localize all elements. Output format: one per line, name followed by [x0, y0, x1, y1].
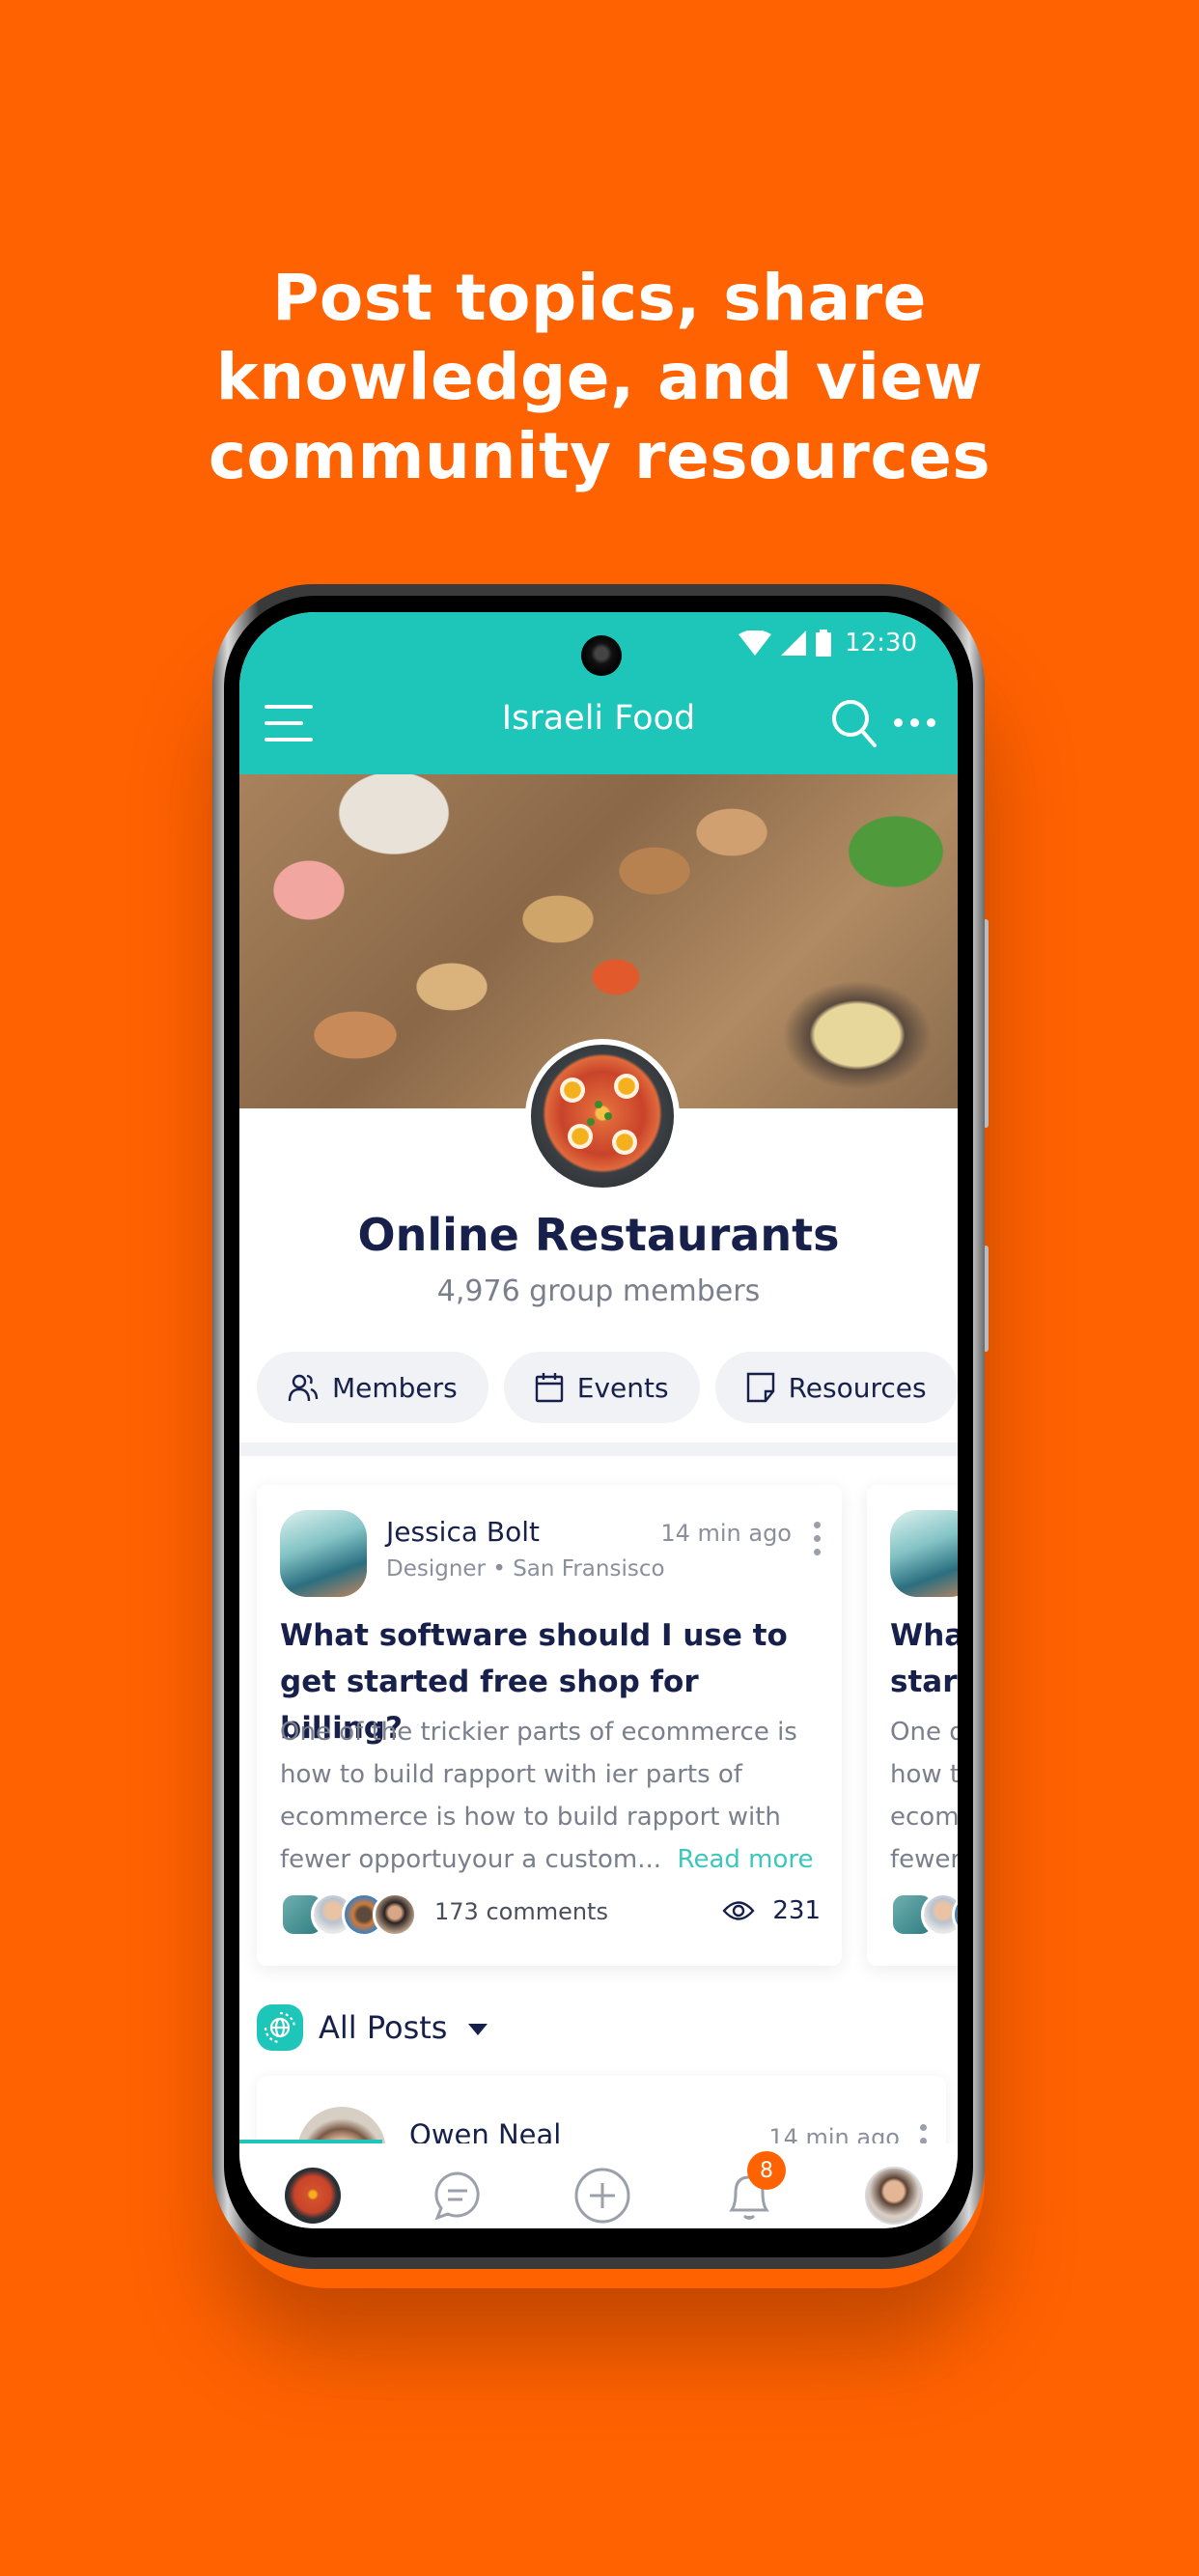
app-screen: 12:30 Israeli Food Online Restaurants 4,…: [239, 612, 958, 2228]
more-horizontal-icon: [894, 717, 903, 727]
status-bar: 12:30: [739, 626, 917, 660]
post-excerpt-partial: One o how t ecom fewer: [890, 1718, 958, 1874]
commenter-avatar: [373, 1892, 417, 1937]
chip-resources[interactable]: Resources: [714, 1352, 958, 1423]
post-options-button[interactable]: [920, 2124, 927, 2144]
profile-avatar-icon: [865, 2167, 923, 2225]
post-title-partial: Whastart: [890, 1618, 958, 1699]
group-avatar[interactable]: [525, 1039, 680, 1193]
egg: [612, 1130, 637, 1155]
group-chips: Members Events Resources: [257, 1352, 958, 1423]
app-bar-row: Israeli Food: [239, 691, 958, 755]
nav-notifications[interactable]: 8: [718, 2151, 786, 2226]
calendar-icon: [535, 1373, 563, 1403]
headline-line: community resources: [208, 419, 991, 493]
more-dot: [927, 717, 935, 727]
chat-icon: [434, 2171, 480, 2221]
commenter-avatars: [280, 1892, 417, 1937]
herb: [587, 1118, 595, 1126]
headline-line: Post topics, share: [272, 261, 927, 335]
globe-icon: [257, 2004, 303, 2051]
resources-icon: [746, 1372, 774, 1403]
more-dot: [910, 717, 919, 727]
group-avatar-icon: [285, 2168, 341, 2224]
search-icon: [832, 700, 877, 747]
group-avatar-image: [531, 1045, 674, 1188]
feed-filter-label: All Posts: [319, 2009, 448, 2046]
headline-line: knowledge, and view: [215, 340, 984, 414]
kebab-icon: [813, 1522, 821, 1528]
notification-badge: 8: [747, 2151, 786, 2190]
status-time: 12:30: [845, 629, 917, 658]
chip-label: Resources: [788, 1371, 927, 1404]
chip-label: Events: [576, 1371, 669, 1404]
group-members-count: 4,976 group members: [436, 1274, 761, 1308]
group-name: Online Restaurants: [357, 1209, 840, 1261]
members-icon: [288, 1374, 319, 1402]
egg: [568, 1124, 593, 1149]
views-count: 231: [722, 1896, 821, 1925]
egg: [614, 1074, 639, 1099]
commenter-avatars: [890, 1892, 958, 1937]
plus-circle-icon: [574, 2168, 630, 2224]
phone-frame: 12:30 Israeli Food Online Restaurants 4,…: [212, 584, 985, 2269]
front-camera: [581, 635, 622, 676]
eye-icon: [722, 1901, 755, 1920]
app-bar: 12:30 Israeli Food: [239, 612, 958, 776]
comments-count[interactable]: 173 comments: [434, 1898, 608, 1925]
section-divider: [239, 1442, 958, 1456]
herb: [595, 1101, 602, 1108]
nav-group-home[interactable]: [282, 2165, 344, 2226]
chip-events[interactable]: Events: [503, 1352, 700, 1423]
post-footer: 173 comments 231: [280, 1892, 821, 1937]
kebab-icon: [920, 2124, 927, 2131]
bottom-nav: 8: [239, 2140, 958, 2228]
views-value: 231: [772, 1896, 821, 1925]
author-name[interactable]: Jessica Bolt: [386, 1516, 540, 1548]
author-meta: Designer • San Fransisco: [386, 1556, 665, 1582]
battery-icon: [816, 630, 832, 657]
post-time: 14 min ago: [660, 1520, 792, 1547]
author-avatar: [890, 1510, 958, 1597]
more-options-button[interactable]: [894, 713, 942, 732]
post-options-button[interactable]: [813, 1522, 821, 1555]
nav-create-post[interactable]: [572, 2165, 633, 2226]
feed-filter-dropdown[interactable]: All Posts: [257, 1999, 488, 2057]
promo-headline: Post topics, share knowledge, and view c…: [0, 259, 1199, 496]
caret-down-icon: [468, 2024, 488, 2035]
kebab-dot: [813, 1535, 821, 1542]
herb: [604, 1112, 612, 1120]
menu-icon-line: [265, 738, 313, 742]
active-tab-indicator: [239, 2140, 382, 2143]
featured-post-card[interactable]: Jessica Bolt Designer • San Fransisco 14…: [257, 1485, 842, 1966]
chip-members[interactable]: Members: [257, 1352, 488, 1423]
kebab-dot: [813, 1549, 821, 1555]
read-more-link[interactable]: Read more: [678, 1845, 814, 1874]
search-button[interactable]: [830, 697, 878, 749]
author-avatar[interactable]: [280, 1510, 367, 1597]
featured-post-card-next[interactable]: Whastart One ohow tecomfewer: [867, 1485, 958, 1966]
wifi-icon: [739, 630, 772, 656]
nav-profile[interactable]: [863, 2165, 925, 2226]
phone-bezel: 12:30 Israeli Food Online Restaurants 4,…: [224, 596, 973, 2257]
chip-label: Members: [332, 1371, 458, 1404]
post-footer: [890, 1892, 958, 1937]
egg: [560, 1078, 585, 1103]
nav-messages[interactable]: [427, 2165, 488, 2226]
post-excerpt: One of the trickier parts of ecommerce i…: [280, 1711, 830, 1881]
signal-icon: [781, 630, 807, 656]
